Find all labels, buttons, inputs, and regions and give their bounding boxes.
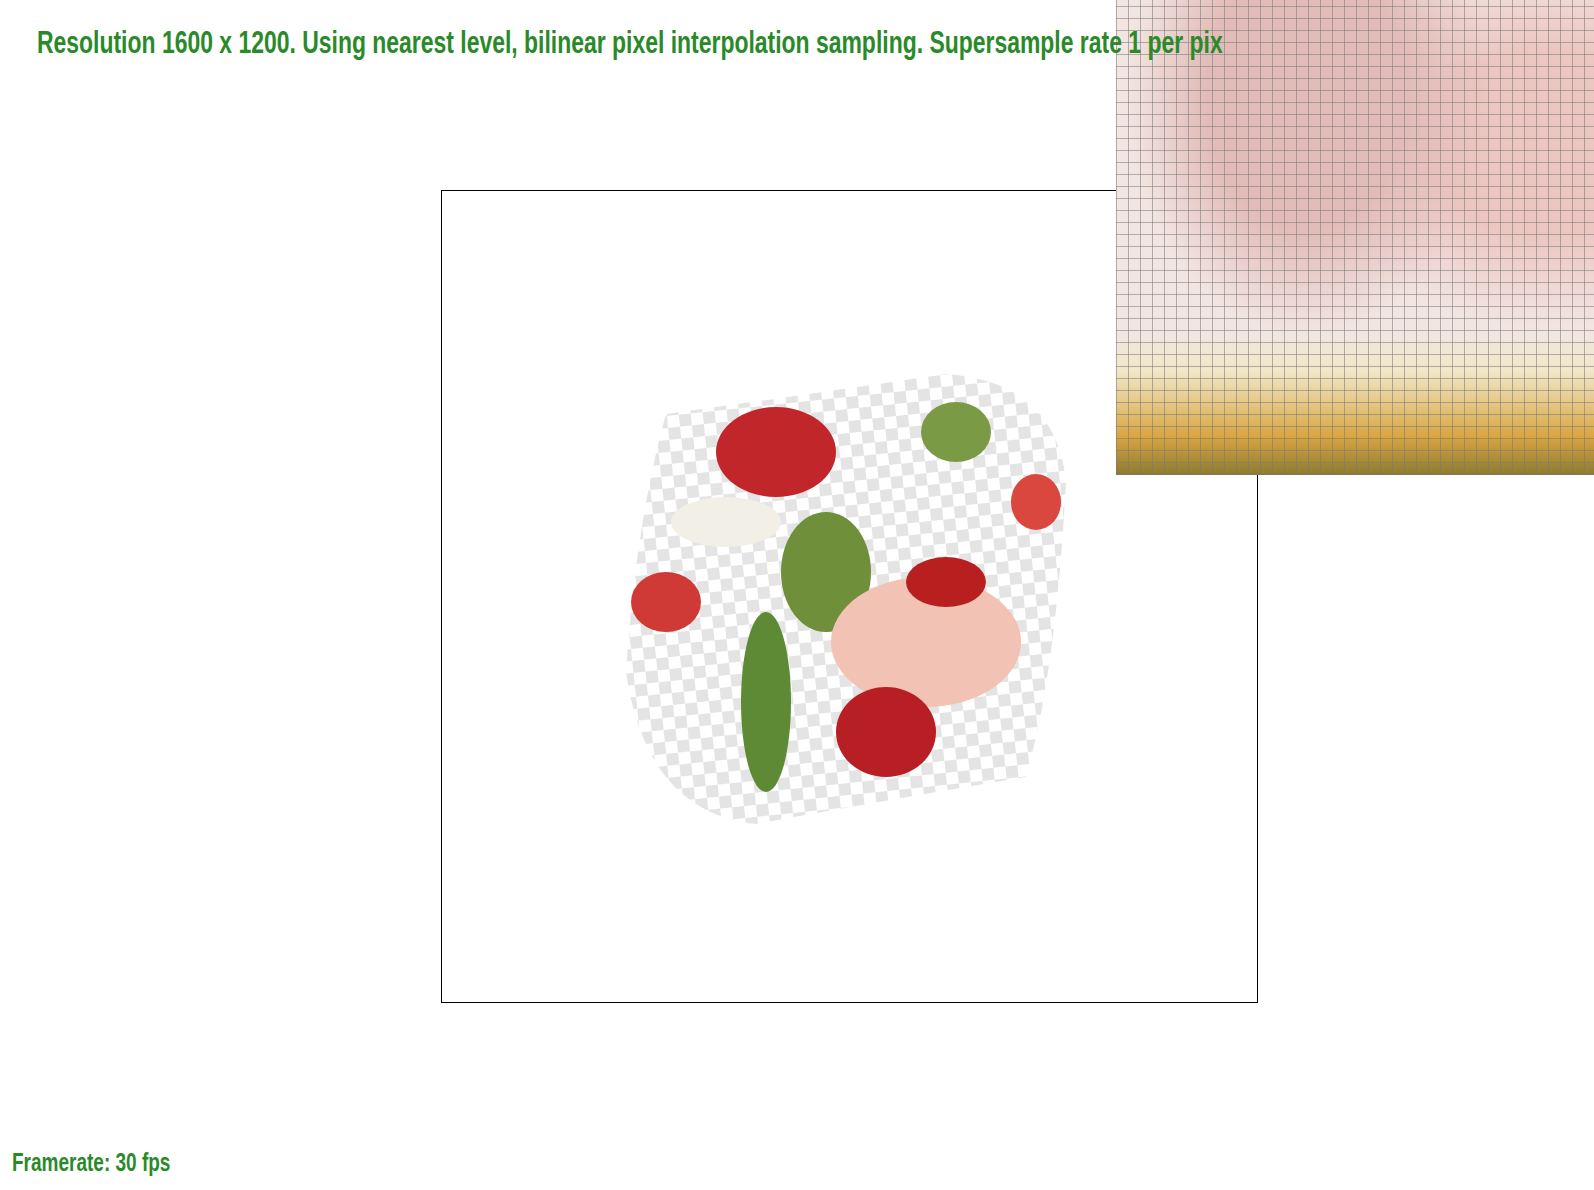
header-text: Resolution 1600 x 1200. Using nearest le…	[37, 24, 1189, 62]
textured-quad	[626, 372, 1076, 824]
pixel-inspector	[1116, 0, 1594, 475]
framerate-text: Framerate: 30 fps	[12, 1146, 170, 1178]
rasterizer-window: Resolution 1600 x 1200. Using nearest le…	[0, 0, 1594, 1190]
